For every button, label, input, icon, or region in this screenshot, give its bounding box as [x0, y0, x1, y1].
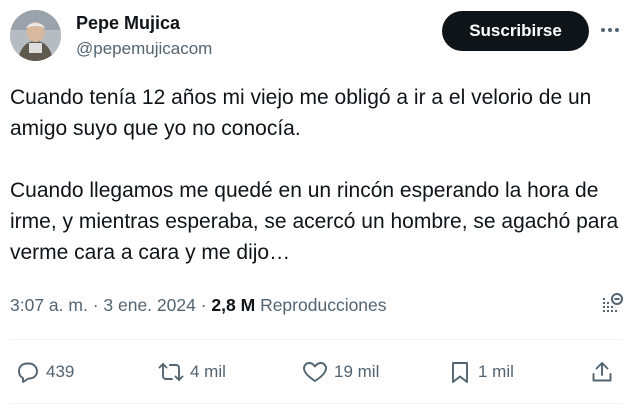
meta-separator: ·	[87, 295, 104, 315]
share-icon	[592, 362, 612, 382]
avatar[interactable]	[10, 10, 61, 61]
tweet-meta: 3:07 a. m. · 3 ene. 2024 · 2,8 M Reprodu…	[10, 292, 622, 318]
bookmark-button[interactable]: 1 mil	[448, 358, 514, 386]
retweet-button[interactable]: 4 mil	[158, 358, 226, 386]
author-display-name[interactable]: Pepe Mujica	[76, 12, 212, 34]
tweet-header: Pepe Mujica @pepemujicacom Suscribirse	[10, 8, 622, 64]
subscribe-button[interactable]: Suscribirse	[442, 11, 589, 51]
retweet-icon	[158, 363, 184, 381]
bookmark-count: 1 mil	[478, 362, 514, 381]
bookmark-icon	[452, 362, 468, 383]
divider	[10, 403, 622, 404]
analytics-button[interactable]	[600, 292, 624, 318]
analytics-icon	[603, 293, 623, 314]
tweet-date[interactable]: 3 ene. 2024	[103, 295, 195, 315]
reply-button[interactable]: 439	[16, 358, 74, 386]
tweet-paragraph: Cuando tenía 12 años mi viejo me obligó …	[10, 86, 592, 140]
divider	[10, 339, 622, 340]
views-count: 2,8 M	[211, 295, 256, 315]
share-button[interactable]	[590, 358, 614, 386]
reply-icon	[18, 362, 38, 383]
like-count: 19 mil	[334, 362, 380, 381]
profile-photo-icon	[10, 10, 61, 61]
heart-icon	[303, 362, 327, 382]
author-handle[interactable]: @pepemujicacom	[76, 38, 212, 60]
views-label: Reproducciones	[260, 295, 387, 315]
author-info: Pepe Mujica @pepemujicacom	[76, 12, 212, 60]
tweet-paragraph: Cuando llegamos me quedé en un rincón es…	[10, 179, 619, 264]
tweet-actions: 439 4 mil 19 mil 1 mil	[0, 352, 630, 392]
meta-separator: ·	[195, 295, 212, 315]
tweet-time[interactable]: 3:07 a. m.	[10, 295, 88, 315]
reply-count: 439	[46, 362, 75, 381]
like-button[interactable]: 19 mil	[302, 358, 379, 386]
tweet-text: Cuando tenía 12 años mi viejo me obligó …	[10, 82, 624, 268]
retweet-count: 4 mil	[190, 362, 226, 381]
more-dots-icon	[601, 28, 619, 32]
more-options-button[interactable]	[596, 16, 624, 44]
